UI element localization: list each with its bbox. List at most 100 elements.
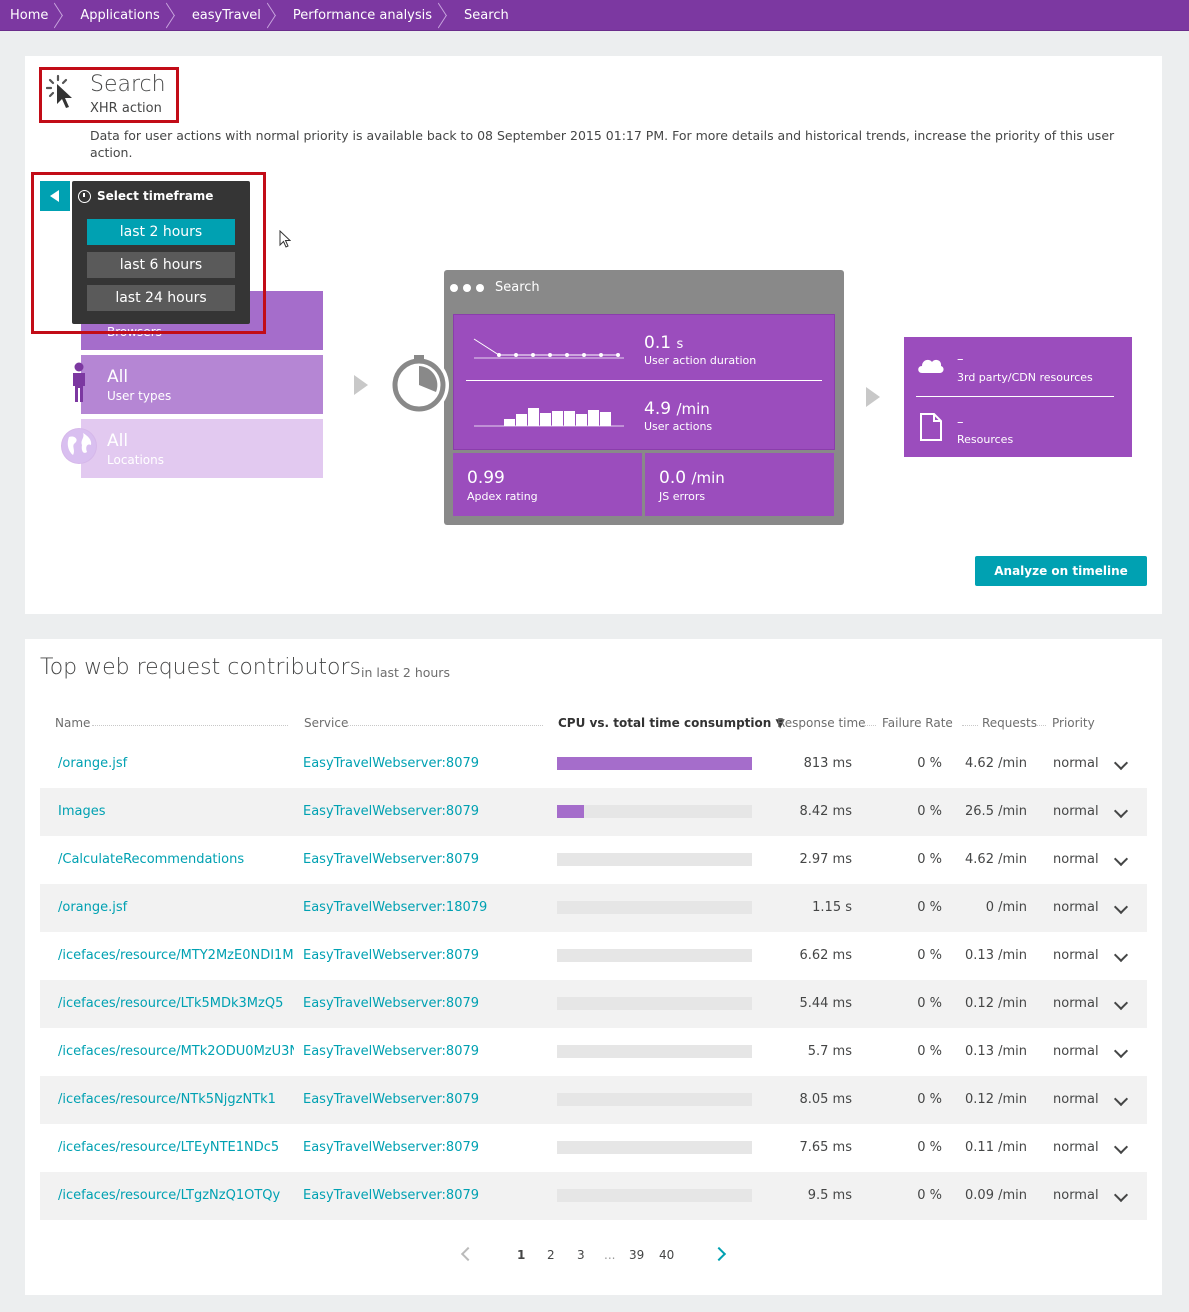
request-name-link[interactable]: /icefaces/resource/LTEyNTE1NDc5	[58, 1140, 294, 1155]
pagination-page-2[interactable]: 2	[547, 1248, 555, 1262]
priority: normal	[1053, 1092, 1099, 1107]
request-name-link[interactable]: Images	[58, 804, 294, 819]
timeframe-toggle-button[interactable]	[40, 181, 70, 211]
action-metrics-panel[interactable]: 0.1 s User action duration 4.9 /min User…	[453, 314, 835, 450]
request-name-link[interactable]: /orange.jsf	[58, 756, 294, 771]
timeframe-last-2-hours[interactable]: last 2 hours	[87, 219, 235, 245]
requests-rate: 4.62 /min	[965, 852, 1027, 867]
filter-locations[interactable]: All Locations	[81, 419, 323, 478]
duration-sparkline	[473, 338, 624, 359]
response-time: 7.65 ms	[799, 1140, 852, 1155]
service-link[interactable]: EasyTravelWebserver:18079	[303, 900, 503, 915]
response-time: 8.05 ms	[799, 1092, 852, 1107]
failure-rate: 0 %	[917, 1140, 942, 1155]
requests-rate: 0 /min	[985, 900, 1027, 915]
expand-chevron-icon[interactable]	[1113, 851, 1129, 867]
request-name-link[interactable]: /icefaces/resource/MTk2ODU0MzU3NQ	[58, 1044, 294, 1059]
pagination-page-40[interactable]: 40	[659, 1248, 674, 1262]
expand-chevron-icon[interactable]	[1113, 1091, 1129, 1107]
table-row[interactable]: /orange.jsf EasyTravelWebserver:18079 1.15…	[40, 884, 1147, 932]
expand-chevron-icon[interactable]	[1113, 947, 1129, 963]
resources-value: –	[957, 415, 964, 430]
expand-chevron-icon[interactable]	[1113, 995, 1129, 1011]
resources-divider	[916, 396, 1114, 397]
service-link[interactable]: EasyTravelWebserver:8079	[303, 996, 503, 1011]
consumption-bar-fill	[557, 757, 752, 770]
table-row[interactable]: /icefaces/resource/LTk5MDk3MzQ5 EasyTrave…	[40, 980, 1147, 1028]
priority: normal	[1053, 756, 1099, 771]
column-header-requests[interactable]: Requests	[982, 716, 1037, 730]
breadcrumb-performance-analysis[interactable]: Performance analysis	[279, 0, 450, 31]
table-row[interactable]: Images EasyTravelWebserver:8079 8.42 ms 0 %…	[40, 788, 1147, 836]
timeframe-last-6-hours[interactable]: last 6 hours	[87, 252, 235, 278]
timeframe-heading: Select timeframe	[78, 189, 213, 203]
table-row[interactable]: /icefaces/resource/NTk5NjgzNTk1 EasyTrave…	[40, 1076, 1147, 1124]
table-row[interactable]: /CalculateRecommendations EasyTravelWebse…	[40, 836, 1147, 884]
table-row[interactable]: /icefaces/resource/LTEyNTE1NDc5 EasyTrave…	[40, 1124, 1147, 1172]
request-name-link[interactable]: /orange.jsf	[58, 900, 294, 915]
table-row[interactable]: /icefaces/resource/MTk2ODU0MzU3NQ EasyTra…	[40, 1028, 1147, 1076]
expand-chevron-icon[interactable]	[1113, 1043, 1129, 1059]
table-row[interactable]: /icefaces/resource/LTgzNzQ1OTQy EasyTrave…	[40, 1172, 1147, 1220]
priority: normal	[1053, 900, 1099, 915]
column-header-service[interactable]: Service	[304, 716, 348, 730]
analyze-on-timeline-button[interactable]: Analyze on timeline	[975, 556, 1147, 586]
request-name-link[interactable]: /icefaces/resource/LTk5MDk3MzQ5	[58, 996, 294, 1011]
priority: normal	[1053, 1140, 1099, 1155]
js-errors-cell[interactable]: 0.0 /min JS errors	[645, 453, 834, 516]
service-link[interactable]: EasyTravelWebserver:8079	[303, 756, 503, 771]
section-subtitle: in last 2 hours	[361, 665, 450, 680]
table-row[interactable]: /icefaces/resource/MTY2MzE0NDI1MzA EasyTr…	[40, 932, 1147, 980]
request-name-link[interactable]: /CalculateRecommendations	[58, 852, 294, 867]
column-header-failure-rate[interactable]: Failure Rate	[882, 716, 953, 730]
breadcrumb-search[interactable]: Search	[450, 0, 527, 31]
service-link[interactable]: EasyTravelWebserver:8079	[303, 1188, 503, 1203]
breadcrumb-easytravel[interactable]: easyTravel	[178, 0, 279, 31]
filter-user-types[interactable]: All User types	[81, 355, 323, 414]
response-time: 1.15 s	[812, 900, 852, 915]
column-divider	[347, 725, 543, 726]
failure-rate: 0 %	[917, 1044, 942, 1059]
column-header-name[interactable]: Name	[55, 716, 90, 730]
service-link[interactable]: EasyTravelWebserver:8079	[303, 852, 503, 867]
response-time: 2.97 ms	[799, 852, 852, 867]
table-row[interactable]: /orange.jsf EasyTravelWebserver:8079 813 m…	[40, 740, 1147, 788]
breadcrumb-applications[interactable]: Applications	[66, 0, 177, 31]
column-divider	[862, 725, 876, 726]
column-header-consumption[interactable]: CPU vs. total time consumption ▼	[558, 716, 785, 730]
expand-chevron-icon[interactable]	[1113, 803, 1129, 819]
service-link[interactable]: EasyTravelWebserver:8079	[303, 948, 503, 963]
apdex-value: 0.99	[467, 468, 505, 488]
apdex-cell[interactable]: 0.99 Apdex rating	[453, 453, 642, 516]
resources-panel[interactable]: – 3rd party/CDN resources – Resources	[904, 337, 1132, 457]
request-name-link[interactable]: /icefaces/resource/MTY2MzE0NDI1MzA	[58, 948, 294, 963]
expand-chevron-icon[interactable]	[1113, 1187, 1129, 1203]
actions-value: 4.9 /min	[644, 399, 710, 419]
breadcrumb-home[interactable]: Home	[0, 0, 66, 31]
request-name-link[interactable]: /icefaces/resource/LTgzNzQ1OTQy	[58, 1188, 294, 1203]
js-errors-label: JS errors	[659, 490, 706, 503]
flow-arrow-icon	[866, 387, 880, 407]
expand-chevron-icon[interactable]	[1113, 899, 1129, 915]
service-link[interactable]: EasyTravelWebserver:8079	[303, 1092, 503, 1107]
consumption-bar	[557, 901, 752, 914]
timeframe-last-24-hours[interactable]: last 24 hours	[87, 285, 235, 311]
cdn-resources-value: –	[957, 352, 964, 367]
expand-chevron-icon[interactable]	[1113, 755, 1129, 771]
pagination-page-3[interactable]: 3	[577, 1248, 585, 1262]
service-link[interactable]: EasyTravelWebserver:8079	[303, 1140, 503, 1155]
response-time: 813 ms	[803, 756, 852, 771]
expand-chevron-icon[interactable]	[1113, 1139, 1129, 1155]
request-name-link[interactable]: /icefaces/resource/NTk5NjgzNTk1	[58, 1092, 294, 1107]
column-header-response-time[interactable]: Response time	[777, 716, 866, 730]
service-link[interactable]: EasyTravelWebserver:8079	[303, 804, 503, 819]
filter-locations-label: Locations	[107, 453, 165, 467]
pagination-page-1[interactable]: 1	[517, 1248, 525, 1262]
response-time: 5.44 ms	[799, 996, 852, 1011]
response-time: 6.62 ms	[799, 948, 852, 963]
service-link[interactable]: EasyTravelWebserver:8079	[303, 1044, 503, 1059]
apdex-label: Apdex rating	[467, 490, 538, 503]
consumption-bar	[557, 805, 752, 818]
column-header-priority[interactable]: Priority	[1052, 716, 1095, 730]
pagination-page-39[interactable]: 39	[629, 1248, 644, 1262]
